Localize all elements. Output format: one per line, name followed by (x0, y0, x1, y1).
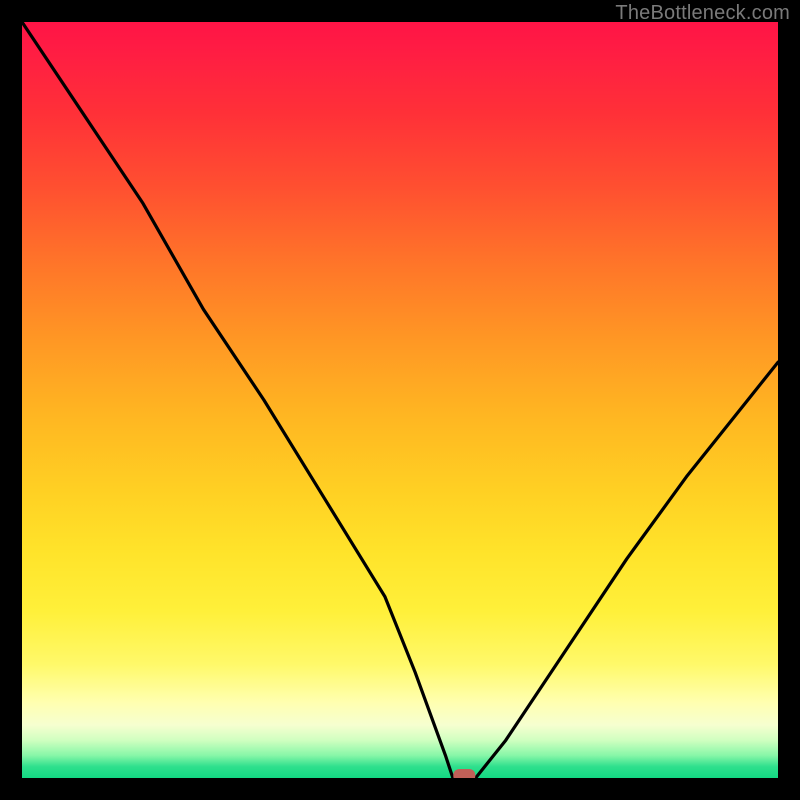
bottleneck-curve-line (22, 22, 778, 778)
plot-area (22, 22, 778, 778)
curve-svg (22, 22, 778, 778)
minimum-marker (453, 769, 475, 778)
chart-frame: TheBottleneck.com (0, 0, 800, 800)
